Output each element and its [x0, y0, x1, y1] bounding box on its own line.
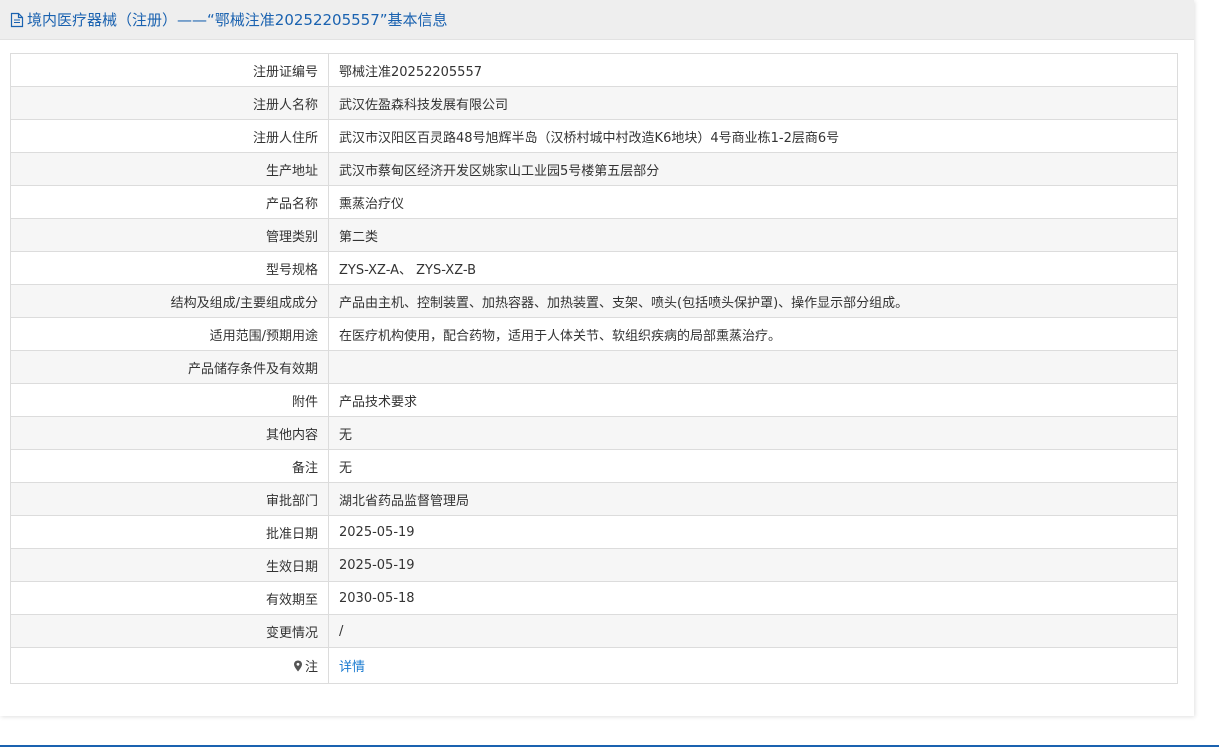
row-label: 注册人住所	[10, 119, 329, 153]
row-label: 产品储存条件及有效期	[10, 350, 329, 384]
table-row: 生产地址 武汉市蔡甸区经济开发区姚家山工业园5号楼第五层部分	[10, 152, 1178, 186]
table-row: 其他内容 无	[10, 416, 1178, 450]
row-label: 注册人名称	[10, 86, 329, 120]
row-label: 其他内容	[10, 416, 329, 450]
note-label-cell: 注	[10, 647, 329, 684]
row-value: 2025-05-19	[328, 515, 1178, 549]
document-icon	[10, 12, 24, 28]
table-row: 生效日期 2025-05-19	[10, 548, 1178, 582]
row-label: 备注	[10, 449, 329, 483]
note-row: 注 详情	[10, 647, 1178, 684]
details-link[interactable]: 详情	[339, 660, 365, 675]
basic-info-panel: 境内医疗器械（注册）——“鄂械注准20252205557”基本信息 注册证编号 …	[0, 0, 1194, 716]
row-label: 生产地址	[10, 152, 329, 186]
table-row: 审批部门 湖北省药品监督管理局	[10, 482, 1178, 516]
row-label: 型号规格	[10, 251, 329, 285]
table-row: 有效期至 2030-05-18	[10, 581, 1178, 615]
row-value: 武汉佐盈森科技发展有限公司	[328, 86, 1178, 120]
row-label: 附件	[10, 383, 329, 417]
bottom-divider	[0, 745, 1219, 747]
row-label: 变更情况	[10, 614, 329, 648]
note-value-cell: 详情	[328, 647, 1178, 684]
row-label: 结构及组成/主要组成成分	[10, 284, 329, 318]
table-row: 变更情况 /	[10, 614, 1178, 648]
note-label: 注	[304, 660, 318, 675]
row-value: 产品技术要求	[328, 383, 1178, 417]
row-value: 无	[328, 449, 1178, 483]
table-row: 注册证编号 鄂械注准20252205557	[10, 53, 1178, 87]
row-value: 武汉市汉阳区百灵路48号旭辉半岛（汉桥村城中村改造K6地块）4号商业栋1-2层商…	[328, 119, 1178, 153]
table-row: 型号规格 ZYS-XZ-A、 ZYS-XZ-B	[10, 251, 1178, 285]
panel-header: 境内医疗器械（注册）——“鄂械注准20252205557”基本信息	[0, 0, 1194, 40]
table-row: 附件 产品技术要求	[10, 383, 1178, 417]
table-row: 适用范围/预期用途 在医疗机构使用，配合药物，适用于人体关节、软组织疾病的局部熏…	[10, 317, 1178, 351]
row-value: 无	[328, 416, 1178, 450]
row-value: 第二类	[328, 218, 1178, 252]
row-value: 在医疗机构使用，配合药物，适用于人体关节、软组织疾病的局部熏蒸治疗。	[328, 317, 1178, 351]
page-title: 境内医疗器械（注册）——“鄂械注准20252205557”基本信息	[27, 11, 448, 29]
table-row: 注册人名称 武汉佐盈森科技发展有限公司	[10, 86, 1178, 120]
table-row: 批准日期 2025-05-19	[10, 515, 1178, 549]
row-value: 鄂械注准20252205557	[328, 53, 1178, 87]
row-value	[328, 350, 1178, 384]
row-label: 生效日期	[10, 548, 329, 582]
table-row: 产品名称 熏蒸治疗仪	[10, 185, 1178, 219]
table-row: 注册人住所 武汉市汉阳区百灵路48号旭辉半岛（汉桥村城中村改造K6地块）4号商业…	[10, 119, 1178, 153]
row-value: 武汉市蔡甸区经济开发区姚家山工业园5号楼第五层部分	[328, 152, 1178, 186]
row-value: 2030-05-18	[328, 581, 1178, 615]
row-label: 注册证编号	[10, 53, 329, 87]
pin-icon	[293, 660, 303, 672]
row-label: 有效期至	[10, 581, 329, 615]
table-row: 产品储存条件及有效期	[10, 350, 1178, 384]
row-label: 管理类别	[10, 218, 329, 252]
row-label: 适用范围/预期用途	[10, 317, 329, 351]
row-label: 产品名称	[10, 185, 329, 219]
table-row: 备注 无	[10, 449, 1178, 483]
row-label: 批准日期	[10, 515, 329, 549]
row-value: 熏蒸治疗仪	[328, 185, 1178, 219]
table-row: 结构及组成/主要组成成分 产品由主机、控制装置、加热容器、加热装置、支架、喷头(…	[10, 284, 1178, 318]
row-label: 审批部门	[10, 482, 329, 516]
row-value: /	[328, 614, 1178, 648]
row-value: 产品由主机、控制装置、加热容器、加热装置、支架、喷头(包括喷头保护罩)、操作显示…	[328, 284, 1178, 318]
row-value: ZYS-XZ-A、 ZYS-XZ-B	[328, 251, 1178, 285]
row-value: 2025-05-19	[328, 548, 1178, 582]
row-value: 湖北省药品监督管理局	[328, 482, 1178, 516]
table-row: 管理类别 第二类	[10, 218, 1178, 252]
info-table: 注册证编号 鄂械注准20252205557 注册人名称 武汉佐盈森科技发展有限公…	[10, 53, 1178, 684]
